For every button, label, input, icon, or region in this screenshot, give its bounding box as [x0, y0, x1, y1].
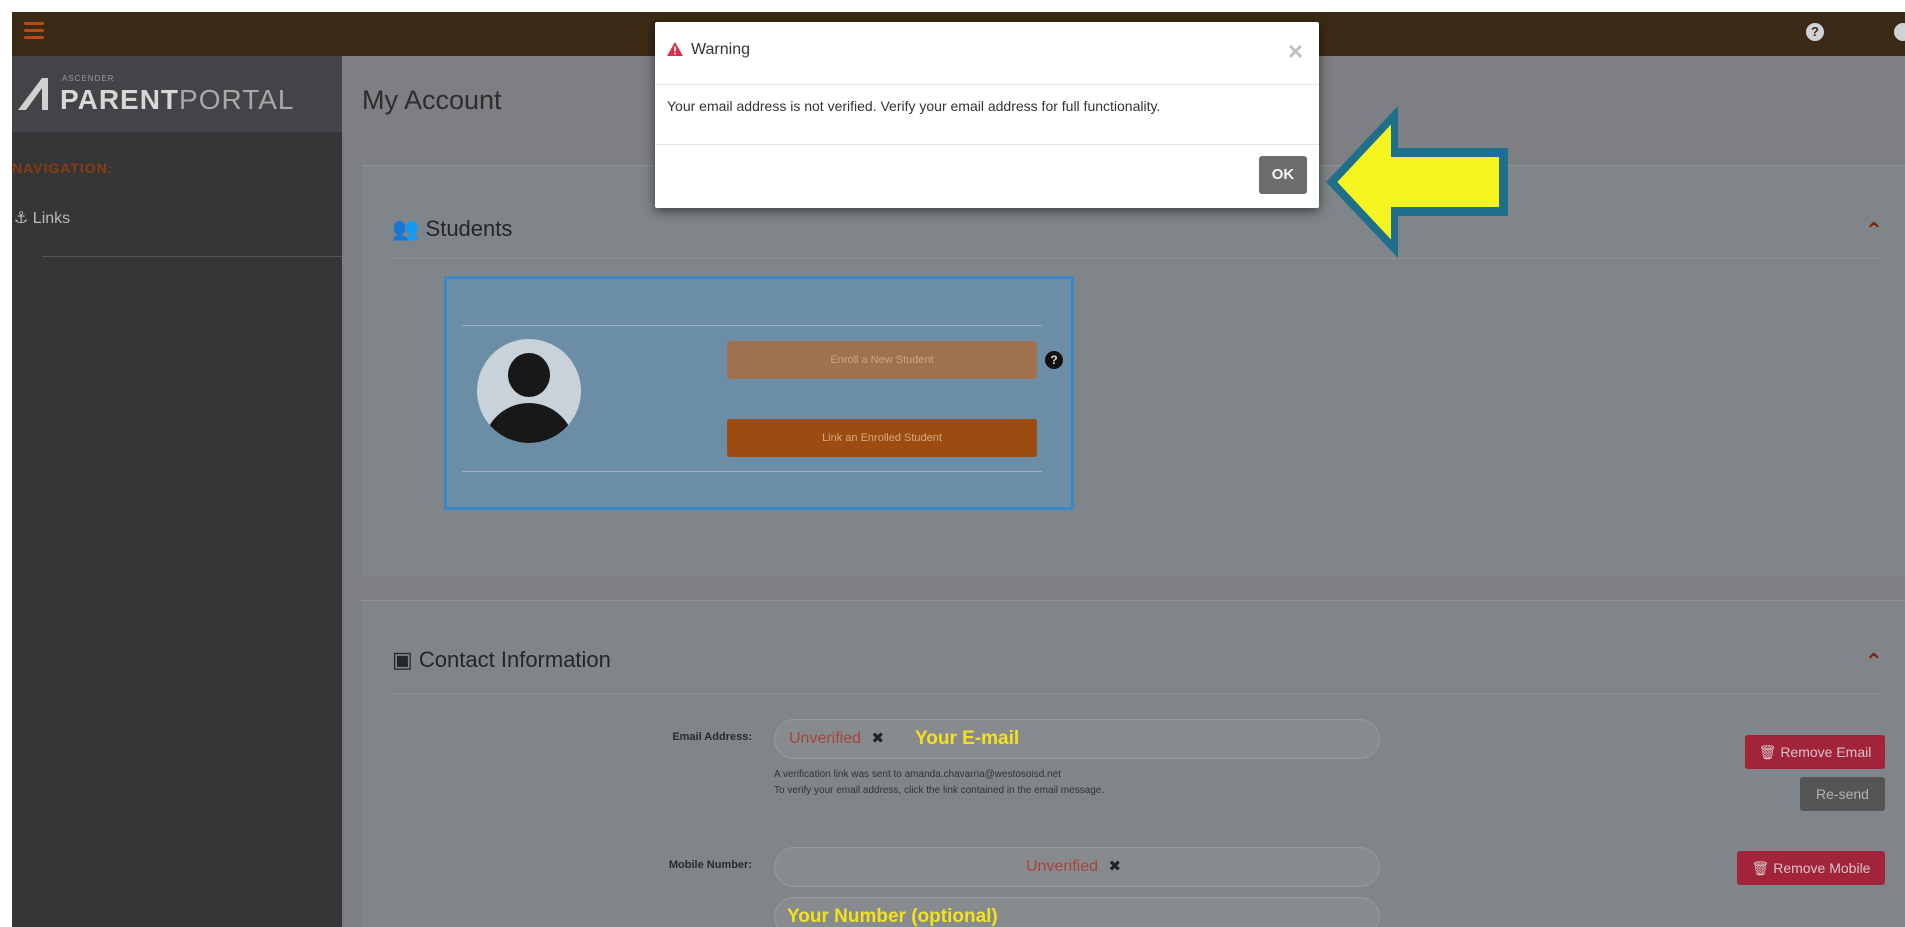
resend-button[interactable]: Re-send	[1800, 777, 1885, 811]
sidebar-item-label: Links	[32, 210, 71, 227]
user-icon[interactable]	[1894, 23, 1905, 41]
navigation-heading: NAVIGATION:	[12, 160, 114, 176]
warning-icon	[667, 42, 683, 56]
trash-icon: 🗑	[1751, 860, 1770, 876]
email-label: Email Address:	[672, 731, 752, 743]
sidebar-divider	[42, 256, 342, 257]
remove-mobile-button[interactable]: 🗑 Remove Mobile	[1737, 851, 1885, 885]
sidebar-item-links[interactable]: ⚓ Links	[14, 208, 70, 228]
close-icon[interactable]: ×	[1288, 38, 1303, 64]
panel-divider	[392, 258, 1882, 259]
ascender-logo-icon	[18, 78, 48, 110]
annotation-arrow-icon	[1326, 106, 1508, 258]
logo-small-text: ASCENDER	[62, 74, 115, 83]
mobile-unverified-badge: Unverified	[1026, 858, 1099, 875]
remove-email-button[interactable]: 🗑 Remove Email	[1745, 735, 1885, 769]
logo: ASCENDER PARENTPORTAL	[12, 56, 342, 132]
trash-icon: 🗑	[1758, 744, 1777, 760]
mobile-field[interactable]: Unverified ✖	[774, 847, 1380, 887]
panel-divider	[392, 693, 1882, 694]
students-heading: 👥 Students	[392, 216, 513, 241]
anchor-icon: ⚓	[14, 210, 29, 227]
modal-footer-divider	[655, 144, 1319, 145]
page-title: My Account	[362, 85, 502, 115]
students-panel: 👥 Students ⌃ Enroll a New Student ? Link…	[362, 165, 1905, 576]
warning-modal: Warning × Your email address is not veri…	[655, 22, 1319, 208]
card-divider	[462, 325, 1042, 326]
student-card: Enroll a New Student ? Link an Enrolled …	[444, 276, 1074, 510]
email-annotation: Your E-mail	[915, 728, 1020, 749]
app-frame: ? ASCENDER PARENTPORTAL NAVIGATION: ⚓ Li…	[12, 12, 1905, 927]
enroll-new-student-button[interactable]: Enroll a New Student	[727, 341, 1037, 379]
link-enrolled-student-button[interactable]: Link an Enrolled Student	[727, 419, 1037, 457]
modal-message: Your email address is not verified. Veri…	[667, 98, 1161, 114]
address-book-icon: ▣	[392, 647, 413, 672]
collapse-contact-chevron-icon[interactable]: ⌃	[1865, 649, 1883, 675]
email-field[interactable]: Unverified ✖ Your E-mail	[774, 719, 1380, 759]
sidebar: ASCENDER PARENTPORTAL NAVIGATION: ⚓ Link…	[12, 56, 342, 927]
modal-header: Warning ×	[655, 22, 1319, 85]
users-icon: 👥	[392, 216, 420, 241]
help-icon[interactable]: ?	[1045, 351, 1063, 369]
remove-icon[interactable]: ✖	[871, 730, 884, 747]
help-icon[interactable]: ?	[1806, 23, 1824, 41]
contact-heading: ▣ Contact Information	[392, 647, 611, 672]
card-divider	[462, 471, 1042, 472]
avatar-icon	[477, 339, 581, 443]
remove-icon[interactable]: ✖	[1108, 858, 1121, 875]
contact-panel: ▣ Contact Information ⌃ Email Address: U…	[362, 600, 1905, 927]
mobile-number-field[interactable]: Your Number (optional)	[774, 897, 1380, 927]
hamburger-menu-icon[interactable]	[24, 22, 44, 40]
mobile-label: Mobile Number:	[668, 859, 752, 871]
modal-title: Warning	[691, 41, 750, 58]
mobile-annotation: Your Number (optional)	[787, 906, 998, 927]
verification-note: A verification link was sent to amanda.c…	[774, 769, 1105, 796]
ok-button[interactable]: OK	[1259, 156, 1307, 194]
collapse-students-chevron-icon[interactable]: ⌃	[1865, 218, 1883, 244]
logo-text: PARENTPORTAL	[60, 84, 295, 115]
email-unverified-badge: Unverified	[789, 730, 862, 747]
